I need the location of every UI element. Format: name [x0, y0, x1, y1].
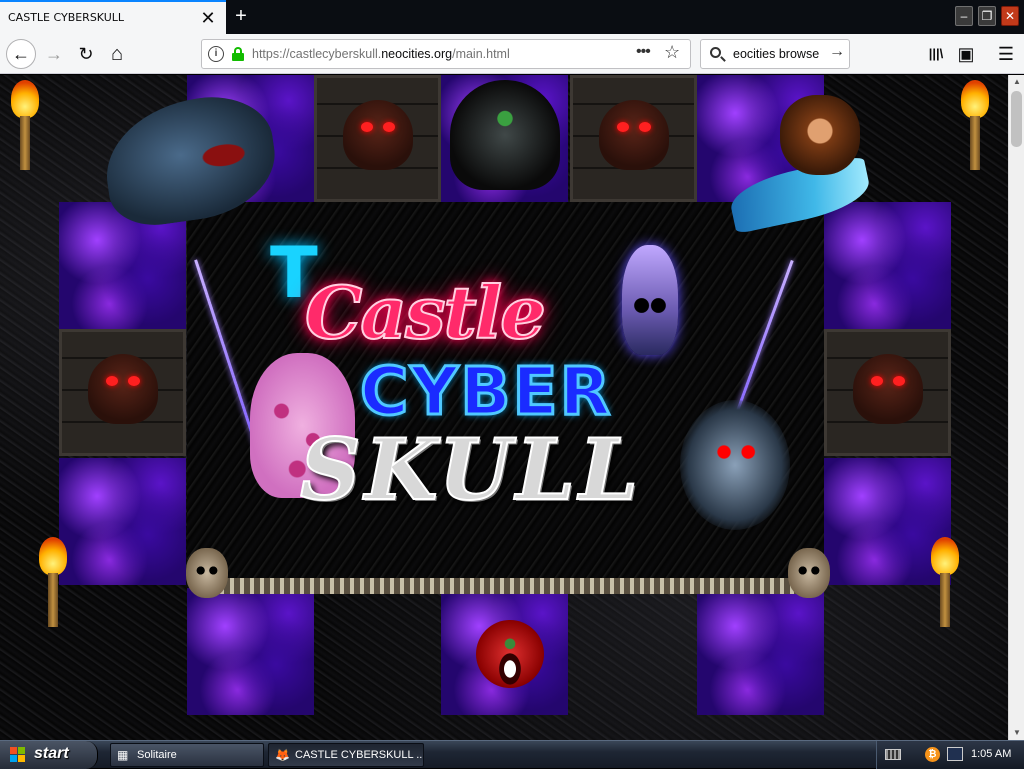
firefox-icon: 🦊 — [275, 748, 290, 762]
bone-spike-bar-icon — [210, 578, 800, 594]
cacodemon-icon — [476, 620, 544, 688]
browser-window: CASTLE CYBERSKULL ✕ + – ❐ ✕ ← → ↻ ⌂ i ht… — [0, 0, 1024, 740]
monkey-icon — [780, 95, 860, 175]
vertical-scrollbar[interactable]: ▲ ▼ — [1008, 75, 1024, 740]
demon-skull-icon — [599, 100, 669, 170]
tab-title: CASTLE CYBERSKULL — [8, 11, 125, 24]
minimize-button[interactable]: – — [955, 6, 973, 26]
purple-tile — [59, 458, 186, 585]
purple-tile — [824, 202, 951, 329]
logo-castle-text: Castle — [304, 269, 547, 356]
start-button[interactable]: start — [0, 741, 98, 769]
demon-skull-icon — [853, 354, 923, 424]
torch-icon — [928, 537, 962, 627]
network-icon[interactable] — [947, 747, 963, 761]
reload-button[interactable]: ↻ — [72, 40, 100, 68]
restore-button[interactable]: ❐ — [978, 6, 996, 26]
window-close-button[interactable]: ✕ — [1001, 6, 1019, 26]
lock-icon[interactable] — [232, 47, 244, 61]
demon-skull-tile — [59, 329, 186, 456]
purple-tile — [697, 588, 824, 715]
page-content: T Castle CYBER SKULL — [0, 75, 1008, 740]
back-button[interactable]: ← — [6, 39, 36, 69]
scroll-up-icon[interactable]: ▲ — [1009, 75, 1024, 89]
sidebar-icon[interactable]: ▣ — [952, 40, 980, 68]
page-actions-icon[interactable]: ••• — [636, 43, 651, 61]
info-icon[interactable]: i — [208, 46, 224, 62]
demon-skull-tile — [824, 329, 951, 456]
bookmark-star-icon[interactable]: ☆ — [664, 42, 680, 63]
taskbar: start ▦ Solitaire 🦊 CASTLE CYBERSKULL ..… — [0, 740, 1024, 769]
home-button[interactable]: ⌂ — [103, 40, 131, 68]
url-domain: neocities.org — [381, 47, 453, 61]
url-prefix: https://castlecyberskull. — [252, 47, 382, 61]
windows-flag-icon — [10, 747, 26, 763]
purple-tile — [187, 588, 314, 715]
demon-skull-tile — [314, 75, 441, 202]
logo-cyber-text: CYBER — [358, 352, 613, 432]
clock: 1:05 AM — [971, 748, 1012, 760]
search-input[interactable]: eocities browse — [733, 47, 819, 61]
taskbar-item-label: Solitaire — [137, 749, 177, 761]
search-go-icon[interactable]: → — [829, 43, 845, 61]
solitaire-icon: ▦ — [117, 748, 129, 762]
forward-button[interactable]: → — [40, 40, 68, 68]
search-icon — [710, 47, 721, 58]
taskbar-item-solitaire[interactable]: ▦ Solitaire — [110, 743, 264, 767]
url-bar[interactable]: i https://castlecyberskull.neocities.org… — [201, 39, 691, 69]
start-label: start — [34, 745, 69, 762]
tab-close-icon[interactable]: ✕ — [198, 8, 218, 28]
torch-icon — [8, 80, 42, 170]
taskbar-item-browser[interactable]: 🦊 CASTLE CYBERSKULL ... — [268, 743, 424, 767]
ghost-skull-icon — [680, 400, 790, 530]
tab-castle-cyberskull[interactable]: CASTLE CYBERSKULL ✕ — [0, 0, 226, 34]
new-tab-button[interactable]: + — [230, 5, 252, 27]
torch-icon — [958, 80, 992, 170]
scroll-down-icon[interactable]: ▼ — [1009, 726, 1024, 740]
torch-icon — [36, 537, 70, 627]
demon-skull-tile — [570, 75, 697, 202]
reaper-icon — [450, 80, 560, 190]
skull-icon — [788, 548, 830, 598]
url-text[interactable]: https://castlecyberskull.neocities.org/m… — [252, 47, 510, 61]
scroll-thumb[interactable] — [1011, 91, 1022, 147]
blue-skull-icon — [622, 245, 678, 355]
tab-bar: CASTLE CYBERSKULL ✕ + – ❐ ✕ — [0, 0, 1024, 34]
demon-skull-icon — [343, 100, 413, 170]
taskbar-item-label: CASTLE CYBERSKULL ... — [295, 749, 424, 761]
demon-skull-icon — [88, 354, 158, 424]
keyboard-icon[interactable] — [885, 749, 901, 760]
system-tray: ₿ 1:05 AM — [876, 741, 1024, 769]
library-icon[interactable]: |||\ — [922, 40, 950, 68]
search-bar[interactable]: eocities browse → — [700, 39, 850, 69]
logo-skull-text: SKULL — [299, 419, 643, 520]
hamburger-menu-icon[interactable]: ☰ — [992, 40, 1020, 68]
skull-icon — [186, 548, 228, 598]
navigation-toolbar: ← → ↻ ⌂ i https://castlecyberskull.neoci… — [0, 34, 1024, 74]
url-suffix: /main.html — [452, 47, 510, 61]
bitcoin-icon[interactable]: ₿ — [925, 747, 940, 762]
